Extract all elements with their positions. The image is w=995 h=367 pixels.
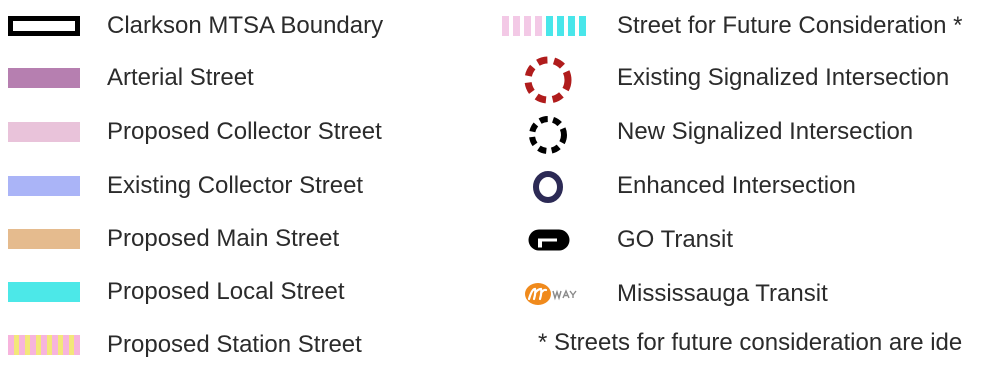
proposed-local-swatch: [8, 282, 80, 302]
legend-item-new-signal: New Signalized Intersection: [490, 110, 995, 164]
legend-label: Existing Collector Street: [107, 172, 364, 199]
future-street-striped-swatch: [502, 16, 590, 36]
legend-label: Clarkson MTSA Boundary: [107, 12, 384, 39]
legend-item-enhanced: Enhanced Intersection: [490, 166, 995, 210]
legend-item-proposed-local: Proposed Local Street: [0, 278, 470, 314]
legend-item-mississauga-transit: Mississauga Transit: [490, 276, 995, 316]
legend-item-arterial-street: Arterial Street: [0, 64, 470, 100]
legend-label: Enhanced Intersection: [617, 172, 856, 199]
map-legend: Clarkson MTSA Boundary Arterial Street P…: [0, 0, 995, 362]
legend-label: Proposed Collector Street: [107, 118, 382, 145]
legend-item-future-street: Street for Future Consideration *: [490, 12, 995, 48]
legend-item-mtsa-boundary: Clarkson MTSA Boundary: [0, 12, 470, 48]
arterial-street-swatch: [8, 68, 80, 88]
boundary-box-icon: [8, 16, 80, 36]
dashed-circle-black-icon: [529, 116, 567, 154]
proposed-main-swatch: [8, 229, 80, 249]
legend-label: Proposed Main Street: [107, 225, 340, 252]
legend-label: Proposed Station Street: [107, 331, 362, 358]
legend-label: Existing Signalized Intersection: [617, 64, 950, 91]
legend-label: Mississauga Transit: [617, 280, 828, 307]
proposed-collector-swatch: [8, 122, 80, 142]
legend-label: Arterial Street: [107, 64, 254, 91]
legend-item-go-transit: GO Transit: [490, 222, 995, 262]
legend-label: Street for Future Consideration *: [617, 12, 963, 39]
go-transit-logo-icon: [528, 229, 570, 251]
legend-item-proposed-collector: Proposed Collector Street: [0, 118, 470, 154]
dashed-circle-red-icon: [524, 56, 572, 104]
miway-logo-icon: [525, 283, 577, 305]
ring-navy-icon: [533, 171, 563, 203]
legend-item-proposed-main: Proposed Main Street: [0, 225, 470, 261]
legend-item-existing-collector: Existing Collector Street: [0, 172, 470, 208]
proposed-station-striped-swatch: [8, 335, 80, 355]
legend-item-existing-signal: Existing Signalized Intersection: [490, 52, 995, 112]
legend-label: GO Transit: [617, 226, 734, 253]
legend-label: New Signalized Intersection: [617, 118, 914, 145]
legend-label: Proposed Local Street: [107, 278, 345, 305]
legend-footnote: * Streets for future consideration are i…: [538, 329, 963, 356]
existing-collector-swatch: [8, 176, 80, 196]
